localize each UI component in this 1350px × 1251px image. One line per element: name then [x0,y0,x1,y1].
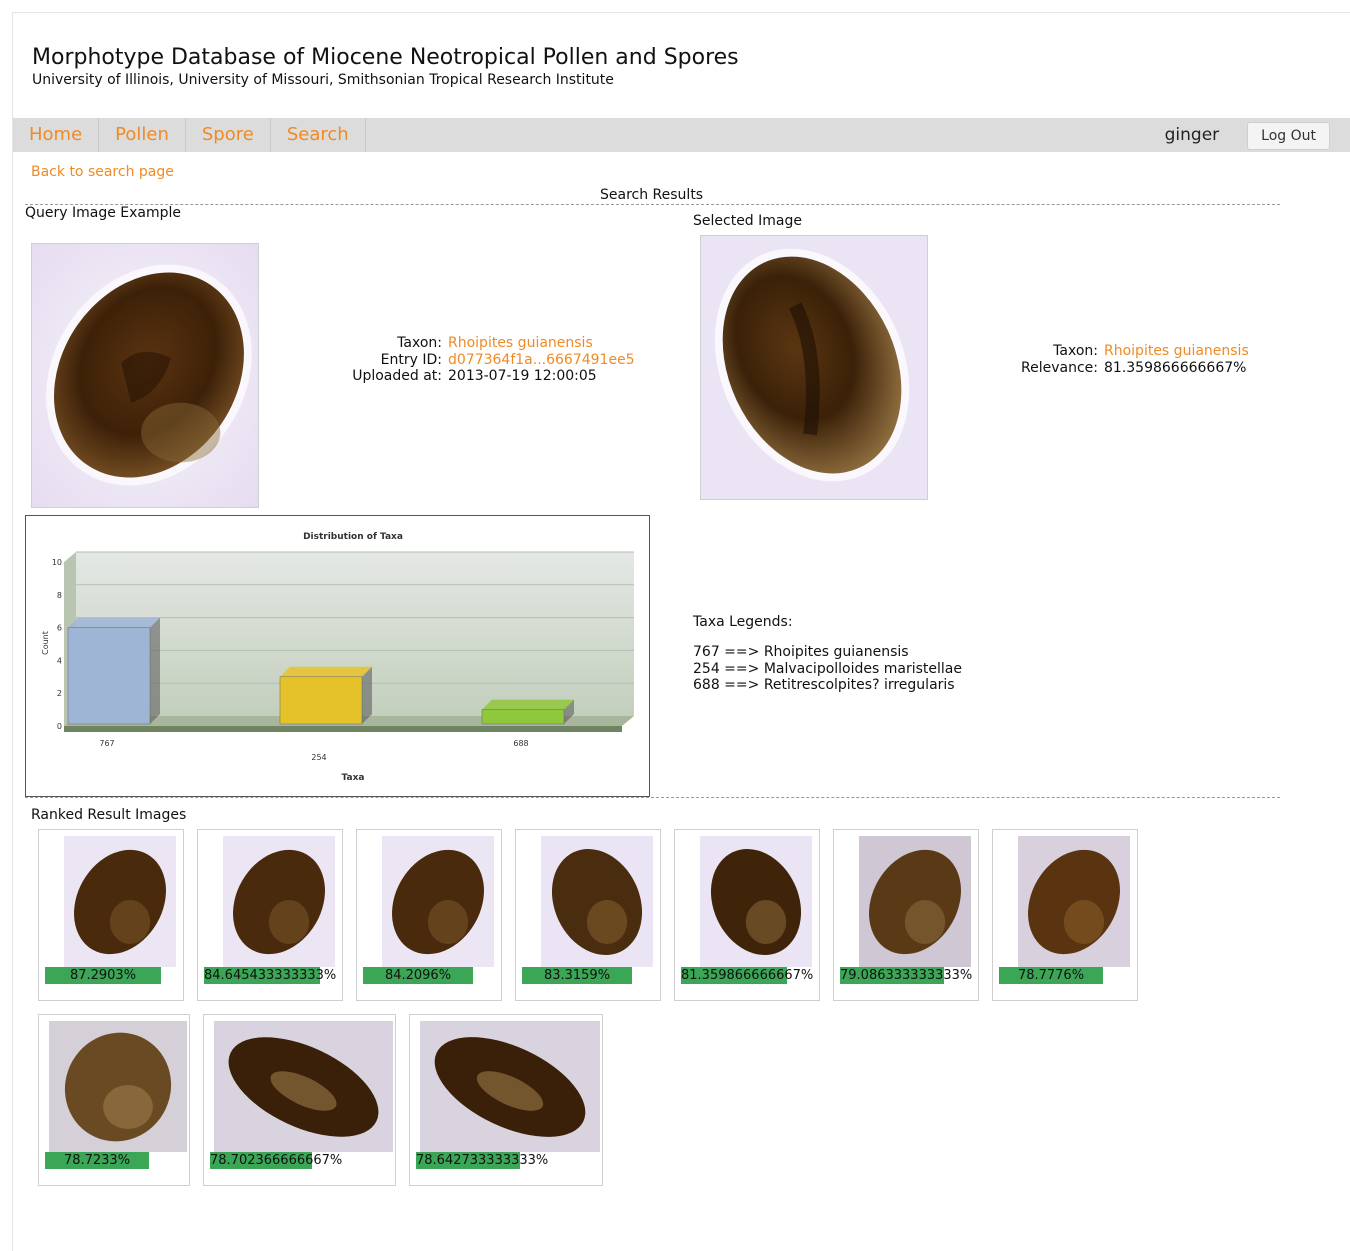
chart-bar-top [482,699,574,710]
selected-image [700,235,928,500]
relevance-percentage: 87.2903% [69,968,137,983]
chart-bar-side [150,617,160,724]
relevance-percentage: 78.642733333333% [416,1153,549,1168]
pollen-thumbnail-image [213,1021,393,1152]
relevance-percentage: 84.645433333333% [204,968,337,983]
chart-y-tick-label: 6 [57,624,62,633]
divider-top [25,204,1280,205]
pollen-thumbnail-image [1017,836,1130,967]
nav-home[interactable]: Home [13,118,100,152]
chart-x-tick-label: 688 [513,739,528,748]
taxa-legend: Taxa Legends: 767 ==> Rhoipites guianens… [693,614,962,694]
legend-row: 767 ==> Rhoipites guianensis [693,644,909,660]
relevance-percentage: 78.7776% [1017,968,1085,983]
results-heading: Search Results [600,187,704,203]
query-image [31,243,259,508]
selected-relevance-label: Relevance: [1021,359,1098,376]
ranked-result-thumbnail[interactable]: 79.086333333333% [833,829,979,1001]
logout-button[interactable]: Log Out [1247,122,1330,150]
chart-x-axis-label: Taxa [342,773,365,783]
selected-taxon-link[interactable]: Rhoipites guianensis [1104,343,1250,360]
chart-y-tick-label: 8 [57,591,62,600]
pollen-thumbnail-image [699,836,812,967]
chart-x-tick-label: 767 [99,739,114,748]
chart-y-tick-label: 10 [52,558,62,567]
nav-pollen[interactable]: Pollen [99,118,186,152]
ranked-label: Ranked Result Images [31,807,187,823]
ranked-result-thumbnail[interactable]: 84.2096% [356,829,502,1001]
pollen-thumbnail-image [858,836,971,967]
chart-floor-edge [64,726,622,732]
site-title: Morphotype Database of Miocene Neotropic… [32,45,739,70]
relevance-percentage: 84.2096% [384,968,452,983]
site-header: Morphotype Database of Miocene Neotropic… [32,44,739,88]
chart-bar-side [362,666,372,724]
pollen-thumbnail-image [63,836,176,967]
selected-taxon-label: Taxon: [1053,343,1098,359]
chart-x-tick-label: 254 [311,753,326,762]
selected-label: Selected Image [693,213,802,229]
query-info: Taxon: Rhoipites guianensis Entry ID: d077… [300,335,640,385]
query-entry-id-label: Entry ID: [380,351,442,368]
query-entry-id-link[interactable]: d077364f1a...6667491ee5 [448,352,640,369]
selected-relevance-value: 81.359866666667% [1104,359,1247,376]
taxa-distribution-chart: Distribution of Taxa Count Taxa 0 2 4 6 8 10 7… [25,515,650,797]
chart-title: Distribution of Taxa [303,532,403,542]
ranked-result-thumbnail[interactable]: 78.702366666667% [203,1014,396,1186]
chart-bar [481,709,565,725]
chart-bar-top [68,617,160,628]
pollen-thumbnail-image [540,836,653,967]
chart-plot-area: 0 2 4 6 8 10 767 254 688 [52,551,634,762]
chart-y-axis-label: Count [41,631,50,655]
legend-row: 688 ==> Retitrescolpites? irregularis [693,677,955,693]
ranked-result-thumbnail[interactable]: 83.3159% [515,829,661,1001]
chart-y-tick-label: 2 [57,689,62,698]
chart-bar-top [280,666,372,677]
ranked-result-thumbnail[interactable]: 78.7776% [992,829,1138,1001]
chart-bar [67,627,151,725]
query-label: Query Image Example [25,205,182,221]
ranked-result-thumbnail[interactable]: 87.2903% [38,829,184,1001]
chart-y-tick-label: 4 [57,656,62,665]
ranked-result-thumbnail[interactable]: 84.645433333333% [197,829,343,1001]
relevance-percentage: 81.359866666667% [681,968,814,983]
main-nav: Home Pollen Spore Search ginger Log Out [13,118,1350,152]
divider-bottom [25,797,1280,798]
ranked-result-thumbnail[interactable]: 78.7233% [38,1014,190,1186]
query-uploaded-value: 2013-07-19 12:00:05 [448,368,597,384]
relevance-percentage: 78.7233% [63,1153,131,1168]
chart-bar [279,676,363,725]
back-to-search-link[interactable]: Back to search page [31,164,174,180]
selected-info: Taxon: Rhoipites guianensis Relevance: 81.… [960,343,1250,376]
query-uploaded-label: Uploaded at: [352,368,442,384]
pollen-thumbnail-image [419,1021,600,1152]
pollen-thumbnail-image [222,836,335,967]
relevance-percentage: 78.702366666667% [210,1153,343,1168]
legend-title: Taxa Legends: [693,614,793,630]
username: ginger [1164,125,1220,145]
chart-svg: Distribution of Taxa Count Taxa 0 2 4 6 8 10 7… [41,532,634,783]
relevance-percentage: 79.086333333333% [840,968,973,983]
chart-y-tick-label: 0 [57,722,62,731]
legend-row: 254 ==> Malvacipolloides maristellae [693,660,962,677]
relevance-percentage: 83.3159% [543,968,611,983]
query-taxon-link[interactable]: Rhoipites guianensis [448,335,640,352]
query-taxon-label: Taxon: [397,335,442,351]
pollen-thumbnail-image [381,836,494,967]
pollen-thumbnail-image [48,1021,187,1152]
ranked-result-thumbnail[interactable]: 78.642733333333% [409,1014,603,1186]
nav-spore[interactable]: Spore [186,118,271,152]
ranked-result-thumbnail[interactable]: 81.359866666667% [674,829,820,1001]
site-subtitle: University of Illinois, University of Mi… [32,72,614,88]
nav-search[interactable]: Search [271,118,366,152]
